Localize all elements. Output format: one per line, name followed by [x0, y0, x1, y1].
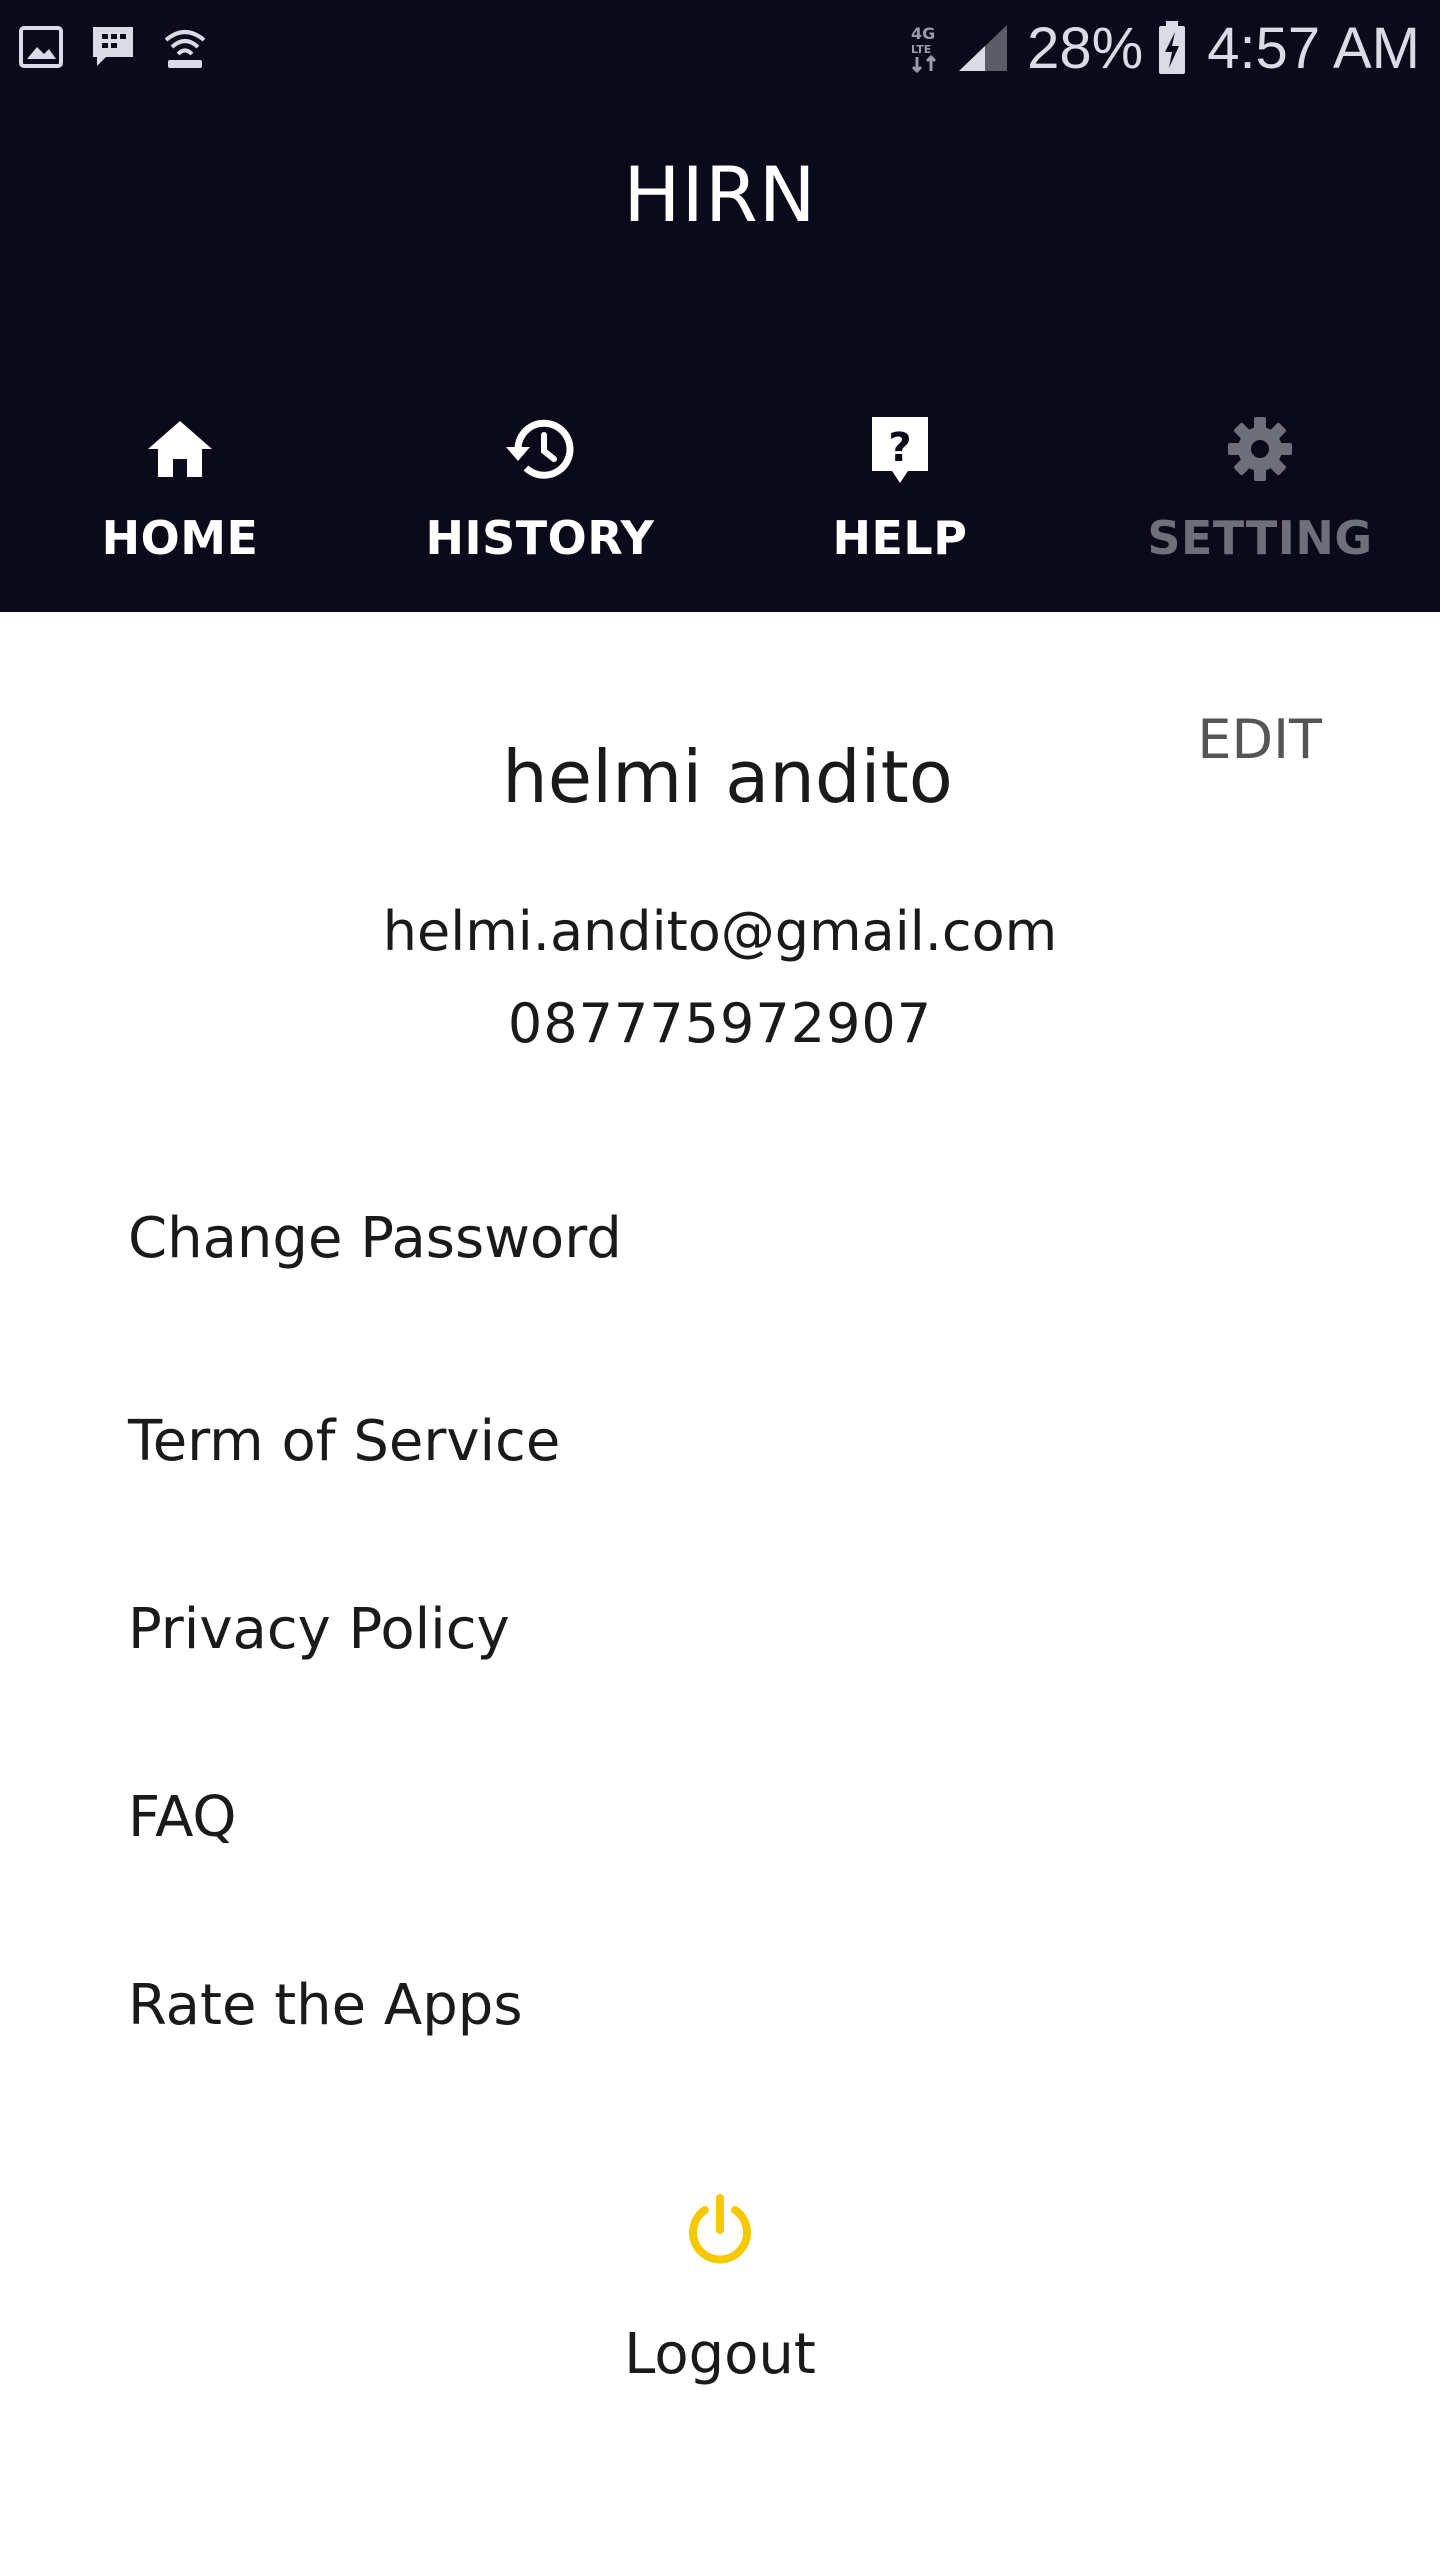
app-title: HIRN — [623, 150, 817, 239]
app-root: 4G LTE 28% 4:57 AM HIRN HOME HISTORY ? H… — [0, 0, 1440, 2560]
tab-label: HOME — [101, 511, 259, 565]
tab-setting[interactable]: SETTING — [1080, 405, 1440, 595]
svg-text:LTE: LTE — [911, 43, 931, 56]
svg-text:4G: 4G — [911, 24, 935, 43]
profile-phone: 087775972907 — [507, 992, 933, 1055]
app-header: 4G LTE 28% 4:57 AM HIRN HOME HISTORY ? H… — [0, 0, 1440, 612]
menu-item-label: Privacy Policy — [128, 1596, 510, 1662]
home-icon — [148, 421, 212, 477]
profile-name: helmi andito — [502, 735, 953, 819]
profile-email: helmi.andito@gmail.com — [382, 900, 1058, 963]
menu-item-term-of-service[interactable]: Term of Service — [128, 1386, 1308, 1496]
svg-text:?: ? — [888, 425, 911, 471]
gallery-icon — [19, 26, 63, 68]
menu-item-label: Change Password — [128, 1205, 622, 1271]
menu-item-label: FAQ — [128, 1784, 237, 1850]
logout-button[interactable]: Logout — [520, 2180, 920, 2420]
logout-label: Logout — [624, 2322, 816, 2387]
status-time: 4:57 AM — [1207, 15, 1420, 81]
menu-item-label: Rate the Apps — [128, 1972, 523, 2038]
tab-history[interactable]: HISTORY — [360, 405, 720, 595]
bbm-icon — [93, 27, 133, 66]
gear-icon — [1228, 417, 1292, 481]
tab-home[interactable]: HOME — [0, 405, 360, 595]
signal-icon — [959, 25, 1008, 71]
status-bar-right: 4G LTE 28% 4:57 AM — [909, 12, 1420, 84]
battery-charging-icon — [1159, 21, 1186, 74]
hotspot-icon — [164, 30, 206, 68]
battery-percent: 28% — [1027, 15, 1144, 81]
power-icon — [689, 2194, 751, 2264]
menu-item-privacy-policy[interactable]: Privacy Policy — [128, 1574, 1308, 1684]
menu-item-faq[interactable]: FAQ — [128, 1762, 1308, 1872]
tab-label: HELP — [832, 511, 968, 565]
status-bar-left — [18, 22, 208, 72]
menu-item-label: Term of Service — [128, 1408, 561, 1474]
tab-label: HISTORY — [425, 511, 655, 565]
tab-label: SETTING — [1147, 511, 1373, 565]
status-bar: 4G LTE 28% 4:57 AM — [0, 0, 1440, 96]
history-icon — [506, 419, 574, 479]
tab-bar: HOME HISTORY ? HELP SETTING — [0, 405, 1440, 595]
network-type-icon: 4G LTE — [911, 24, 937, 73]
menu-item-change-password[interactable]: Change Password — [128, 1183, 1308, 1293]
help-icon: ? — [872, 417, 928, 483]
menu-item-rate-the-apps[interactable]: Rate the Apps — [128, 1950, 1308, 2060]
tab-help[interactable]: ? HELP — [720, 405, 1080, 595]
